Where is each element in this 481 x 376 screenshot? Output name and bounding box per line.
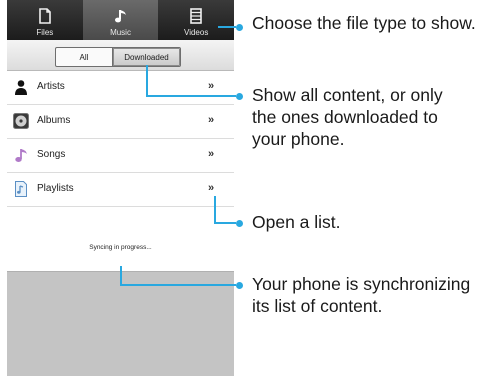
person-icon	[15, 80, 27, 95]
callout-filter: Show all content, or only the ones downl…	[252, 85, 443, 149]
filter-bar: All Downloaded	[7, 40, 234, 71]
filter-all-button[interactable]: All	[56, 48, 113, 66]
list-item-label: Songs	[37, 149, 66, 160]
category-list: Artists » Albums » Songs » Playlists »	[7, 71, 234, 271]
callout-line	[218, 26, 236, 28]
tab-files-label: Files	[36, 28, 54, 37]
album-icon	[13, 113, 29, 129]
callout-line	[146, 95, 236, 97]
list-item-label: Albums	[37, 115, 71, 126]
tab-videos[interactable]: Videos	[158, 0, 234, 40]
list-item-label: Playlists	[37, 183, 74, 194]
callout-line	[214, 196, 216, 224]
list-item-albums[interactable]: Albums »	[7, 105, 234, 139]
tab-music[interactable]: Music	[82, 0, 159, 40]
callout-dot	[236, 219, 243, 227]
callout-syncing: Your phone is synchronizing its list of …	[252, 274, 471, 316]
filter-segmented-control: All Downloaded	[55, 47, 181, 67]
callout-line	[214, 222, 236, 224]
callout-dot	[236, 23, 243, 31]
filter-downloaded-button[interactable]: Downloaded	[113, 48, 180, 66]
chevron-right-icon[interactable]: »	[208, 114, 214, 126]
empty-area	[7, 271, 234, 376]
file-icon	[39, 8, 51, 24]
callout-line	[120, 284, 236, 286]
tab-bar: Files Music Videos	[7, 0, 234, 40]
film-icon	[190, 8, 202, 24]
callout-dot	[236, 92, 243, 100]
list-item-playlists[interactable]: Playlists »	[7, 173, 234, 207]
chevron-right-icon[interactable]: »	[208, 80, 214, 92]
list-item-label: Artists	[37, 81, 65, 92]
callout-line	[146, 65, 148, 97]
music-note-icon	[114, 10, 126, 23]
callout-dot	[236, 281, 243, 289]
playlist-icon	[15, 181, 27, 197]
tab-files[interactable]: Files	[7, 0, 83, 40]
tab-music-label: Music	[110, 28, 131, 37]
callout-file-type: Choose the file type to show.	[252, 13, 476, 33]
chevron-right-icon[interactable]: »	[208, 182, 214, 194]
chevron-right-icon[interactable]: »	[208, 148, 214, 160]
tab-videos-label: Videos	[184, 28, 209, 37]
callout-line	[120, 266, 122, 286]
music-note-icon	[15, 149, 27, 162]
callout-open-list: Open a list.	[252, 212, 341, 232]
list-item-songs[interactable]: Songs »	[7, 139, 234, 173]
list-item-artists[interactable]: Artists »	[7, 71, 234, 105]
phone-screen: Files Music Videos All Downloaded Artist…	[7, 0, 234, 376]
sync-status-text: Syncing in progress...	[89, 244, 152, 251]
